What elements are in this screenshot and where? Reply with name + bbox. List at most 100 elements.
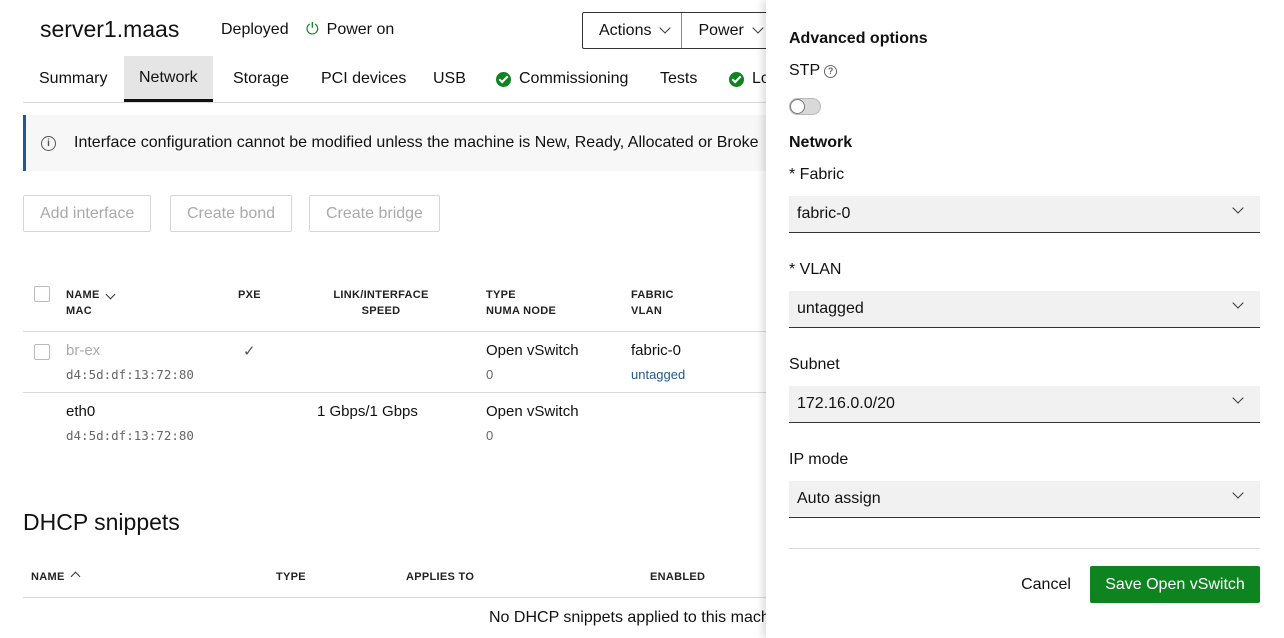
machine-status: Deployed bbox=[221, 21, 289, 38]
tab-label: Tests bbox=[660, 70, 698, 87]
select-value: Auto assign bbox=[797, 490, 881, 507]
actions-dropdown-button[interactable]: Actions bbox=[583, 13, 681, 48]
dhcp-type-column-header: TYPE bbox=[276, 571, 306, 583]
numa-node: 0 bbox=[486, 428, 494, 443]
ip-mode-select[interactable]: Auto assign bbox=[789, 481, 1260, 518]
success-check-icon bbox=[729, 71, 744, 87]
tab-commissioning[interactable]: Commissioning bbox=[496, 56, 628, 102]
stp-label: STP? bbox=[789, 62, 838, 80]
interface-type: Open vSwitch bbox=[486, 403, 579, 420]
column-label: LINK/INTERFACE bbox=[333, 289, 429, 301]
column-label: VLAN bbox=[631, 305, 663, 317]
chevron-down-icon bbox=[1232, 392, 1244, 404]
tab-label: Summary bbox=[39, 70, 108, 87]
chevron-up-icon bbox=[70, 571, 81, 582]
fabric-select[interactable]: fabric-0 bbox=[789, 196, 1260, 233]
divider bbox=[789, 548, 1260, 549]
stp-toggle[interactable] bbox=[789, 98, 821, 115]
machine-details-main: server1.maas Deployed ⏻ Power on Actions… bbox=[0, 0, 766, 638]
create-bond-button[interactable]: Create bond bbox=[170, 195, 293, 232]
header-button-group: Actions Power bbox=[582, 12, 766, 49]
power-status: ⏻ Power on bbox=[306, 21, 394, 39]
chevron-down-icon bbox=[1232, 202, 1244, 214]
interface-type: Open vSwitch bbox=[486, 342, 579, 359]
tab-tests[interactable]: Tests bbox=[660, 56, 697, 102]
fabric-label: * Fabric bbox=[789, 166, 845, 183]
interface-mac: d4:5d:df:13:72:80 bbox=[66, 367, 194, 382]
fabric-column-header: FABRIC VLAN bbox=[631, 287, 674, 319]
tab-label: PCI devices bbox=[321, 70, 407, 87]
tab-label: Network bbox=[139, 68, 198, 86]
chevron-down-icon bbox=[105, 289, 116, 300]
link-speed-column-header: LINK/INTERFACE SPEED bbox=[330, 287, 432, 319]
advanced-options-heading: Advanced options bbox=[789, 30, 928, 47]
fabric-value: fabric-0 bbox=[631, 342, 682, 359]
link-speed: 1 Gbps/1 Gbps bbox=[317, 403, 418, 420]
chevron-down-icon bbox=[1232, 297, 1244, 309]
actions-label: Actions bbox=[599, 22, 652, 39]
machine-tabs: Summary Network Storage PCI devices USB … bbox=[23, 56, 766, 103]
tab-label: USB bbox=[433, 70, 466, 87]
machine-title: server1.maas bbox=[40, 16, 180, 42]
interface-mac: d4:5d:df:13:72:80 bbox=[66, 428, 194, 443]
column-label: MAC bbox=[66, 305, 92, 317]
divider bbox=[23, 331, 766, 332]
select-value: fabric-0 bbox=[797, 205, 851, 222]
tab-usb[interactable]: USB bbox=[433, 56, 466, 102]
success-check-icon bbox=[496, 71, 511, 87]
add-interface-button[interactable]: Add interface bbox=[23, 195, 152, 232]
vlan-label: * VLAN bbox=[789, 261, 842, 278]
tab-summary[interactable]: Summary bbox=[39, 56, 107, 102]
chevron-down-icon bbox=[1232, 487, 1244, 499]
info-notification: i Interface configuration cannot be modi… bbox=[23, 115, 766, 171]
dhcp-enabled-column-header: ENABLED bbox=[650, 571, 706, 583]
dhcp-empty-message: No DHCP snippets applied to this mach bbox=[489, 609, 766, 626]
network-heading: Network bbox=[789, 134, 853, 151]
vlan-select[interactable]: untagged bbox=[789, 291, 1260, 328]
help-icon[interactable]: ? bbox=[824, 65, 838, 78]
save-open-vswitch-button[interactable]: Save Open vSwitch bbox=[1090, 566, 1260, 603]
tab-network[interactable]: Network bbox=[124, 56, 213, 102]
column-label: NAME bbox=[31, 571, 65, 583]
chevron-down-icon bbox=[659, 22, 672, 34]
name-column-header[interactable]: NAME MAC bbox=[66, 287, 116, 319]
dhcp-applies-to-column-header: APPLIES TO bbox=[406, 571, 475, 583]
tab-pci-devices[interactable]: PCI devices bbox=[321, 56, 406, 102]
chevron-down-icon bbox=[752, 22, 764, 34]
tab-logs[interactable]: Lo bbox=[729, 56, 766, 102]
notification-text: Interface configuration cannot be modifi… bbox=[74, 134, 759, 151]
interface-name[interactable]: eth0 bbox=[66, 403, 95, 420]
vlan-link[interactable]: untagged bbox=[631, 367, 685, 382]
divider bbox=[23, 392, 766, 393]
dhcp-snippets-title: DHCP snippets bbox=[23, 509, 180, 535]
numa-node: 0 bbox=[486, 367, 494, 382]
power-dropdown-button[interactable]: Power bbox=[681, 13, 766, 48]
column-label: NUMA NODE bbox=[486, 305, 557, 317]
info-icon: i bbox=[41, 135, 56, 151]
column-label: SPEED bbox=[361, 305, 401, 317]
tab-label: Storage bbox=[233, 70, 290, 87]
create-bridge-button[interactable]: Create bridge bbox=[309, 195, 440, 232]
subnet-select[interactable]: 172.16.0.0/20 bbox=[789, 386, 1260, 423]
divider bbox=[23, 597, 766, 598]
tab-label: Lo bbox=[752, 70, 766, 87]
column-label: NAME bbox=[66, 289, 100, 301]
power-status-label: Power on bbox=[326, 21, 395, 38]
select-value: 172.16.0.0/20 bbox=[797, 395, 895, 412]
pxe-column-header: PXE bbox=[238, 289, 261, 301]
ip-mode-label: IP mode bbox=[789, 451, 849, 468]
tab-storage[interactable]: Storage bbox=[233, 56, 289, 102]
dhcp-name-column-header[interactable]: NAME bbox=[31, 569, 81, 585]
select-all-checkbox[interactable] bbox=[34, 286, 50, 302]
power-icon: ⏻ bbox=[306, 21, 319, 38]
interface-name[interactable]: br-ex bbox=[66, 342, 100, 359]
cancel-button[interactable]: Cancel bbox=[996, 566, 1096, 603]
tab-label: Commissioning bbox=[519, 70, 629, 87]
stp-label-text: STP bbox=[789, 62, 821, 79]
row-checkbox[interactable] bbox=[34, 344, 50, 360]
pxe-check-icon: ✓ bbox=[243, 343, 256, 360]
column-label: TYPE bbox=[486, 289, 516, 301]
column-label: FABRIC bbox=[631, 289, 674, 301]
edit-interface-panel: Advanced options STP? Network * Fabric f… bbox=[766, 0, 1284, 638]
select-value: untagged bbox=[797, 300, 864, 317]
